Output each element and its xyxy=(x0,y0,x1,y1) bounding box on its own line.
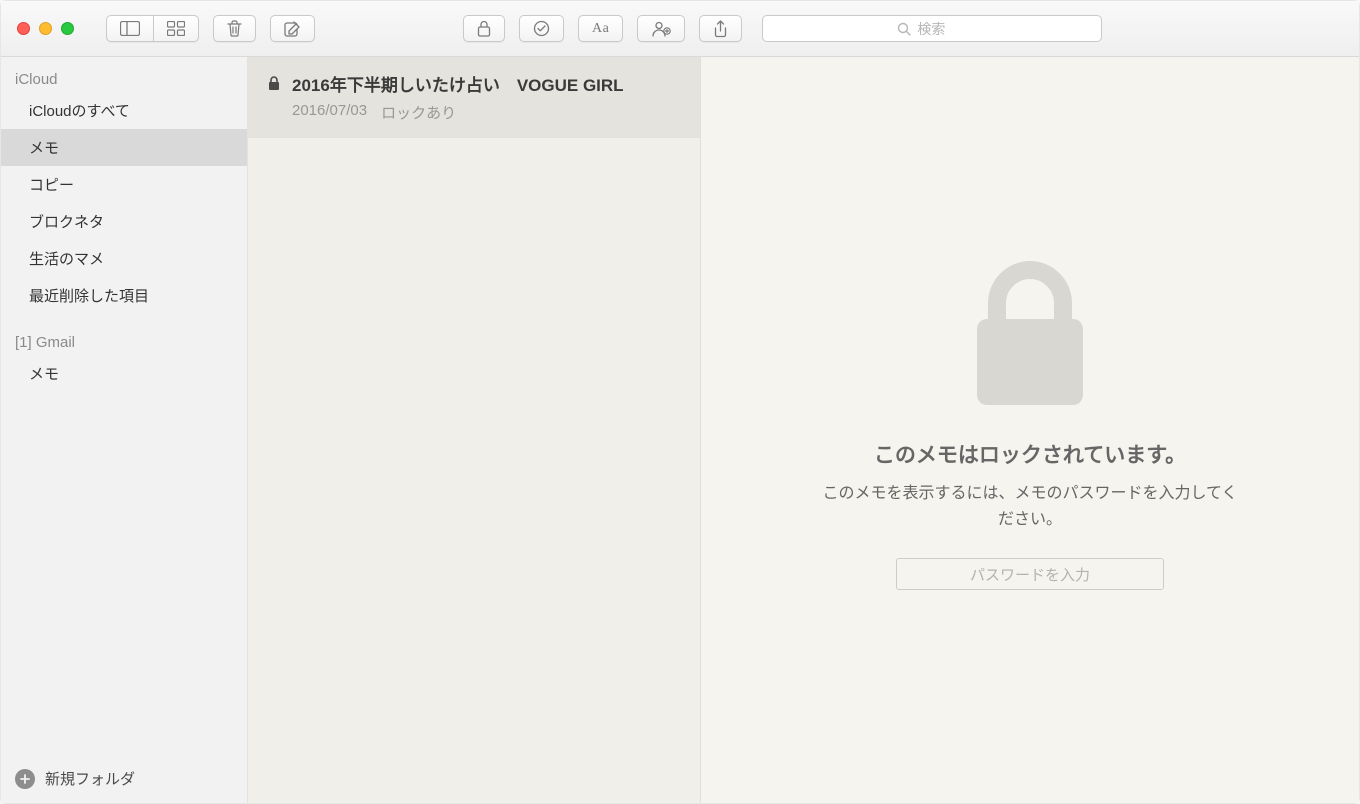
sidebar-item-mame[interactable]: 生活のマメ xyxy=(1,240,247,277)
delete-button[interactable] xyxy=(213,15,256,42)
note-list: 2016年下半期しいたけ占い VOGUE GIRL 2016/07/03 ロック… xyxy=(248,57,701,803)
grid-view-button[interactable] xyxy=(153,15,199,42)
lock-large-icon xyxy=(965,257,1095,417)
window-fullscreen-button[interactable] xyxy=(61,22,74,35)
grid-icon xyxy=(167,21,185,36)
share-button[interactable] xyxy=(699,15,742,42)
search-icon xyxy=(897,22,911,36)
note-status: ロックあり xyxy=(381,102,456,123)
sidebar-section-header-gmail: [1] Gmail xyxy=(1,328,247,355)
sidebar-item-gmail-memo[interactable]: メモ xyxy=(1,355,247,392)
text-style-button[interactable]: Aa xyxy=(578,15,623,42)
new-folder-label: 新規フォルダ xyxy=(45,768,135,789)
note-date: 2016/07/03 xyxy=(292,102,367,123)
lock-button[interactable] xyxy=(463,15,505,42)
sidebar-item-blogneta[interactable]: ブロクネタ xyxy=(1,203,247,240)
lock-icon xyxy=(477,20,491,37)
sidebar-item-copy[interactable]: コピー xyxy=(1,166,247,203)
compose-icon xyxy=(284,20,301,37)
sidebar-section-header-icloud: iCloud xyxy=(1,65,247,92)
sidebar-item-recently-deleted[interactable]: 最近削除した項目 xyxy=(1,277,247,314)
checklist-button[interactable] xyxy=(519,15,564,42)
enter-password-button[interactable]: パスワードを入力 xyxy=(896,558,1164,590)
checklist-icon xyxy=(533,20,550,37)
add-person-icon xyxy=(651,20,671,37)
search-input[interactable] xyxy=(917,21,967,37)
window-close-button[interactable] xyxy=(17,22,30,35)
sidebar: iCloud iCloudのすべて メモ コピー ブロクネタ 生活のマメ 最近削… xyxy=(1,57,248,803)
sidebar-item-memo[interactable]: メモ xyxy=(1,129,247,166)
locked-subtext: このメモを表示するには、メモのパスワードを入力してください。 xyxy=(815,481,1245,532)
plus-circle-icon xyxy=(15,769,35,789)
compose-button[interactable] xyxy=(270,15,315,42)
note-title: 2016年下半期しいたけ占い VOGUE GIRL xyxy=(292,71,624,96)
sidebar-item-icloud-all[interactable]: iCloudのすべて xyxy=(1,92,247,129)
search-field[interactable] xyxy=(762,15,1102,42)
sidebar-icon xyxy=(120,21,140,36)
note-list-item[interactable]: 2016年下半期しいたけ占い VOGUE GIRL 2016/07/03 ロック… xyxy=(248,57,700,138)
share-icon xyxy=(713,20,728,38)
view-mode-group xyxy=(106,15,199,42)
locked-heading: このメモはロックされています。 xyxy=(874,439,1186,469)
trash-icon xyxy=(227,20,242,37)
new-folder-button[interactable]: 新規フォルダ xyxy=(1,757,247,803)
add-person-button[interactable] xyxy=(637,15,685,42)
main: iCloud iCloudのすべて メモ コピー ブロクネタ 生活のマメ 最近削… xyxy=(1,57,1359,803)
note-content: このメモはロックされています。 このメモを表示するには、メモのパスワードを入力し… xyxy=(701,57,1359,803)
text-style-icon: Aa xyxy=(592,21,609,37)
window-minimize-button[interactable] xyxy=(39,22,52,35)
toolbar: Aa xyxy=(1,1,1359,57)
sidebar-toggle-button[interactable] xyxy=(106,15,153,42)
lock-icon xyxy=(268,76,280,91)
window-controls xyxy=(17,22,74,35)
